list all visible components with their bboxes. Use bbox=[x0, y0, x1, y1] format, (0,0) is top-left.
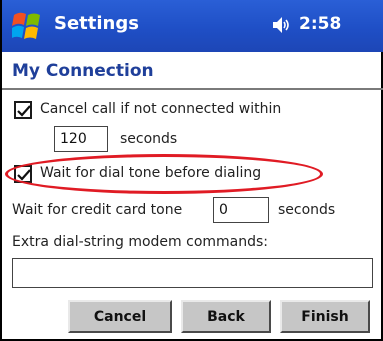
section-title: My Connection bbox=[12, 61, 154, 81]
seconds-input[interactable] bbox=[54, 126, 108, 152]
speaker-icon[interactable] bbox=[272, 16, 292, 34]
title-text: Settings bbox=[54, 13, 139, 34]
clock-time[interactable]: 2:58 bbox=[299, 14, 341, 34]
highlight-oval bbox=[5, 154, 323, 194]
finish-button[interactable]: Finish bbox=[280, 300, 370, 333]
modem-commands-input[interactable] bbox=[12, 258, 373, 288]
back-button[interactable]: Back bbox=[181, 300, 271, 333]
credit-card-seconds-input[interactable] bbox=[213, 197, 269, 223]
modem-commands-label: Extra dial-string modem commands: bbox=[12, 234, 269, 250]
cancel-button[interactable]: Cancel bbox=[68, 300, 172, 333]
credit-card-seconds-unit: seconds bbox=[278, 202, 336, 218]
seconds-unit-label: seconds bbox=[120, 131, 178, 147]
windows-logo-icon[interactable] bbox=[10, 9, 42, 43]
section-divider bbox=[2, 88, 383, 90]
settings-window: Settings 2:58 My Connection Cancel call … bbox=[0, 0, 383, 341]
title-bar: Settings 2:58 bbox=[2, 0, 383, 52]
checkmark-icon bbox=[17, 105, 31, 117]
cancel-call-checkbox[interactable] bbox=[14, 101, 32, 119]
cancel-call-label: Cancel call if not connected within bbox=[40, 101, 282, 117]
credit-card-tone-label: Wait for credit card tone bbox=[12, 202, 183, 218]
